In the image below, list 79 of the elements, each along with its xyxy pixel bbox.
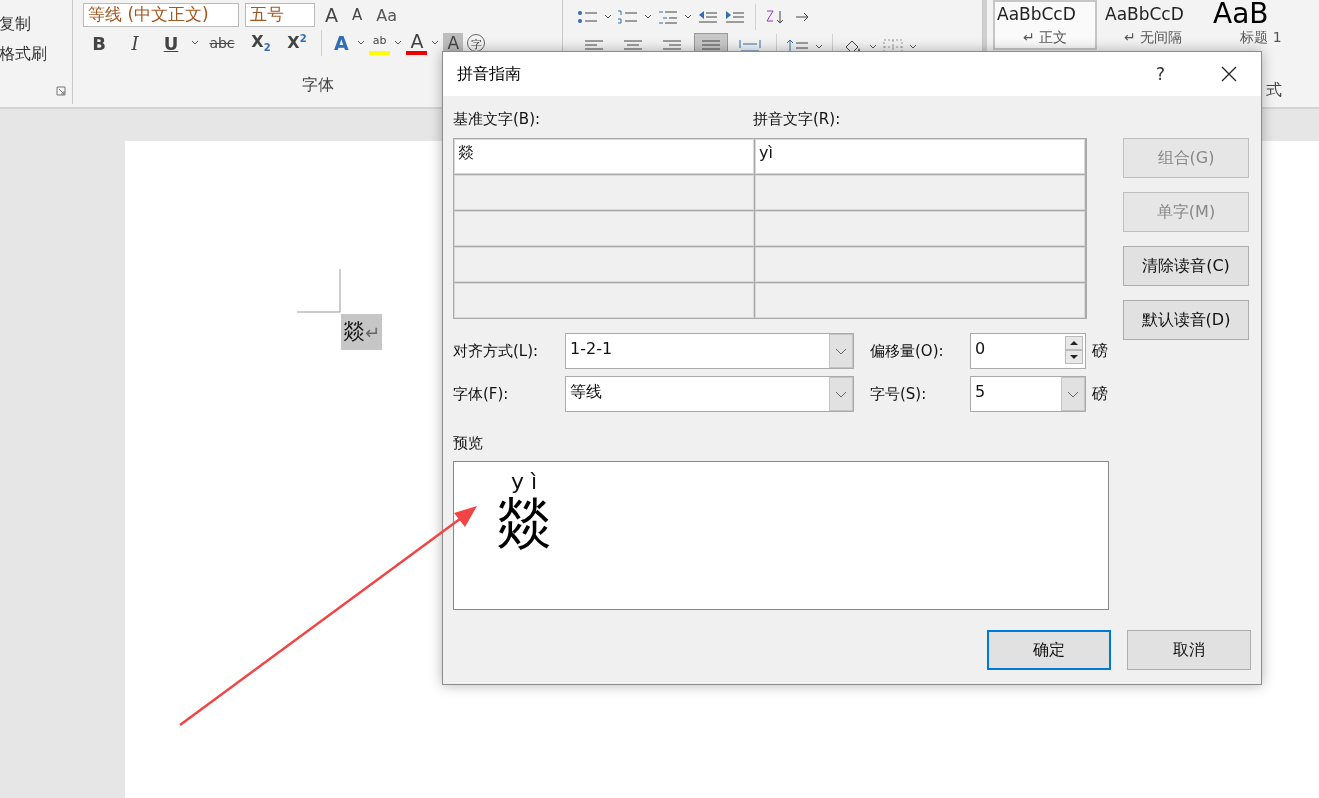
underline-button[interactable]: U	[155, 32, 187, 54]
caret-icon[interactable]	[394, 40, 403, 46]
caret-icon[interactable]	[356, 40, 365, 46]
caret-icon[interactable]	[815, 44, 823, 50]
font-name-combo[interactable]: 等线 (中文正文)	[83, 3, 239, 27]
increase-indent-icon[interactable]	[724, 9, 746, 25]
crop-mark-icon	[297, 269, 341, 313]
base-text-field[interactable]	[454, 283, 754, 318]
spin-down-icon[interactable]	[1065, 350, 1083, 364]
ruby-text-field[interactable]: yì	[755, 139, 1085, 174]
caret-icon[interactable]	[909, 44, 917, 50]
close-icon[interactable]	[1221, 66, 1237, 82]
style-sample: AaBbCcD	[1105, 3, 1185, 26]
caret-icon[interactable]	[191, 40, 199, 46]
dialog-title: 拼音指南	[457, 63, 522, 85]
document-text: 燚↵	[341, 314, 383, 350]
clipboard-item[interactable]: 复制	[0, 12, 72, 36]
spin-up-icon[interactable]	[1065, 336, 1083, 350]
field-label: 字体(F):	[453, 384, 510, 404]
cancel-button[interactable]: 取消	[1127, 630, 1251, 670]
caret-icon[interactable]	[869, 44, 877, 50]
help-button[interactable]: ?	[1155, 64, 1165, 84]
unit-label: 磅	[1092, 383, 1108, 405]
highlight-button[interactable]: ab	[368, 31, 391, 55]
italic-button[interactable]: I	[119, 32, 151, 54]
font-dropdown[interactable]: 等线	[565, 376, 854, 412]
group-label: 式	[1266, 80, 1282, 101]
group-label: 字体	[300, 75, 335, 96]
base-text-field[interactable]	[454, 247, 754, 282]
preview-label: 预览	[453, 434, 484, 453]
caret-icon[interactable]	[431, 40, 440, 46]
size-dropdown[interactable]: 5	[970, 376, 1086, 412]
style-name: 标题 1	[1239, 28, 1283, 47]
caret-icon[interactable]	[684, 14, 692, 20]
shading-button[interactable]: A	[443, 33, 464, 53]
strike-button[interactable]: abc	[203, 35, 241, 51]
caret-icon[interactable]	[604, 14, 612, 20]
shrink-font-button[interactable]: A	[348, 6, 367, 24]
decrease-indent-icon[interactable]	[697, 9, 719, 25]
style-name: ↵ 正文	[1021, 28, 1069, 47]
style-gallery-item[interactable]: AaBbCcD ↵ 正文	[993, 0, 1097, 50]
grow-font-button[interactable]: A	[321, 4, 342, 26]
font-size-combo[interactable]: 五号	[245, 3, 315, 27]
side-button[interactable]: 清除读音(C)	[1123, 246, 1249, 286]
style-name: ↵ 无间隔	[1122, 28, 1184, 47]
base-text-field[interactable]	[454, 175, 754, 210]
sub-button[interactable]: X$_{2}$	[245, 32, 277, 54]
multilevel-list-icon[interactable]	[657, 9, 679, 25]
bold-button[interactable]: B	[83, 32, 115, 54]
base-text-field[interactable]: 燚	[454, 139, 754, 174]
color-button[interactable]: A	[406, 31, 428, 55]
ruby-text-field[interactable]	[755, 247, 1085, 282]
side-button[interactable]: 默认读音(D)	[1123, 300, 1249, 340]
preview-ruby: y ì	[510, 470, 538, 494]
field-label: 偏移量(O):	[870, 341, 945, 361]
column-label: 基准文字(B):	[453, 110, 542, 130]
offset-spinbox[interactable]: 0	[970, 333, 1086, 369]
field-label: 字号(S):	[870, 384, 928, 404]
unit-label: 磅	[1092, 340, 1108, 362]
ok-button[interactable]: 确定	[987, 630, 1111, 670]
dialog-launcher-icon[interactable]	[56, 86, 66, 96]
style-gallery-item[interactable]: AaBbCcD ↵ 无间隔	[1101, 0, 1205, 50]
ruby-text-field[interactable]	[755, 211, 1085, 246]
column-label: 拼音文字(R):	[753, 110, 841, 130]
bullets-icon[interactable]	[577, 9, 599, 25]
style-gallery-item[interactable]: AaB 标题 1	[1209, 0, 1313, 50]
ruby-text-field[interactable]	[755, 283, 1085, 318]
base-text-field[interactable]	[454, 211, 754, 246]
style-sample: AaBbCcD	[997, 3, 1077, 26]
ruby-text-field[interactable]	[755, 175, 1085, 210]
style-sample: AaB	[1213, 2, 1270, 26]
alignment-dropdown[interactable]: 1-2-1	[565, 333, 854, 369]
effects-button[interactable]: A	[330, 33, 353, 53]
numbering-icon[interactable]	[617, 9, 639, 25]
caret-icon[interactable]	[644, 14, 652, 20]
preview-text: 燚	[496, 494, 552, 554]
field-label: 对齐方式(L):	[453, 341, 540, 361]
change-case-button[interactable]: Aa	[372, 5, 401, 25]
sup-button[interactable]: X$^{2}$	[281, 33, 313, 53]
